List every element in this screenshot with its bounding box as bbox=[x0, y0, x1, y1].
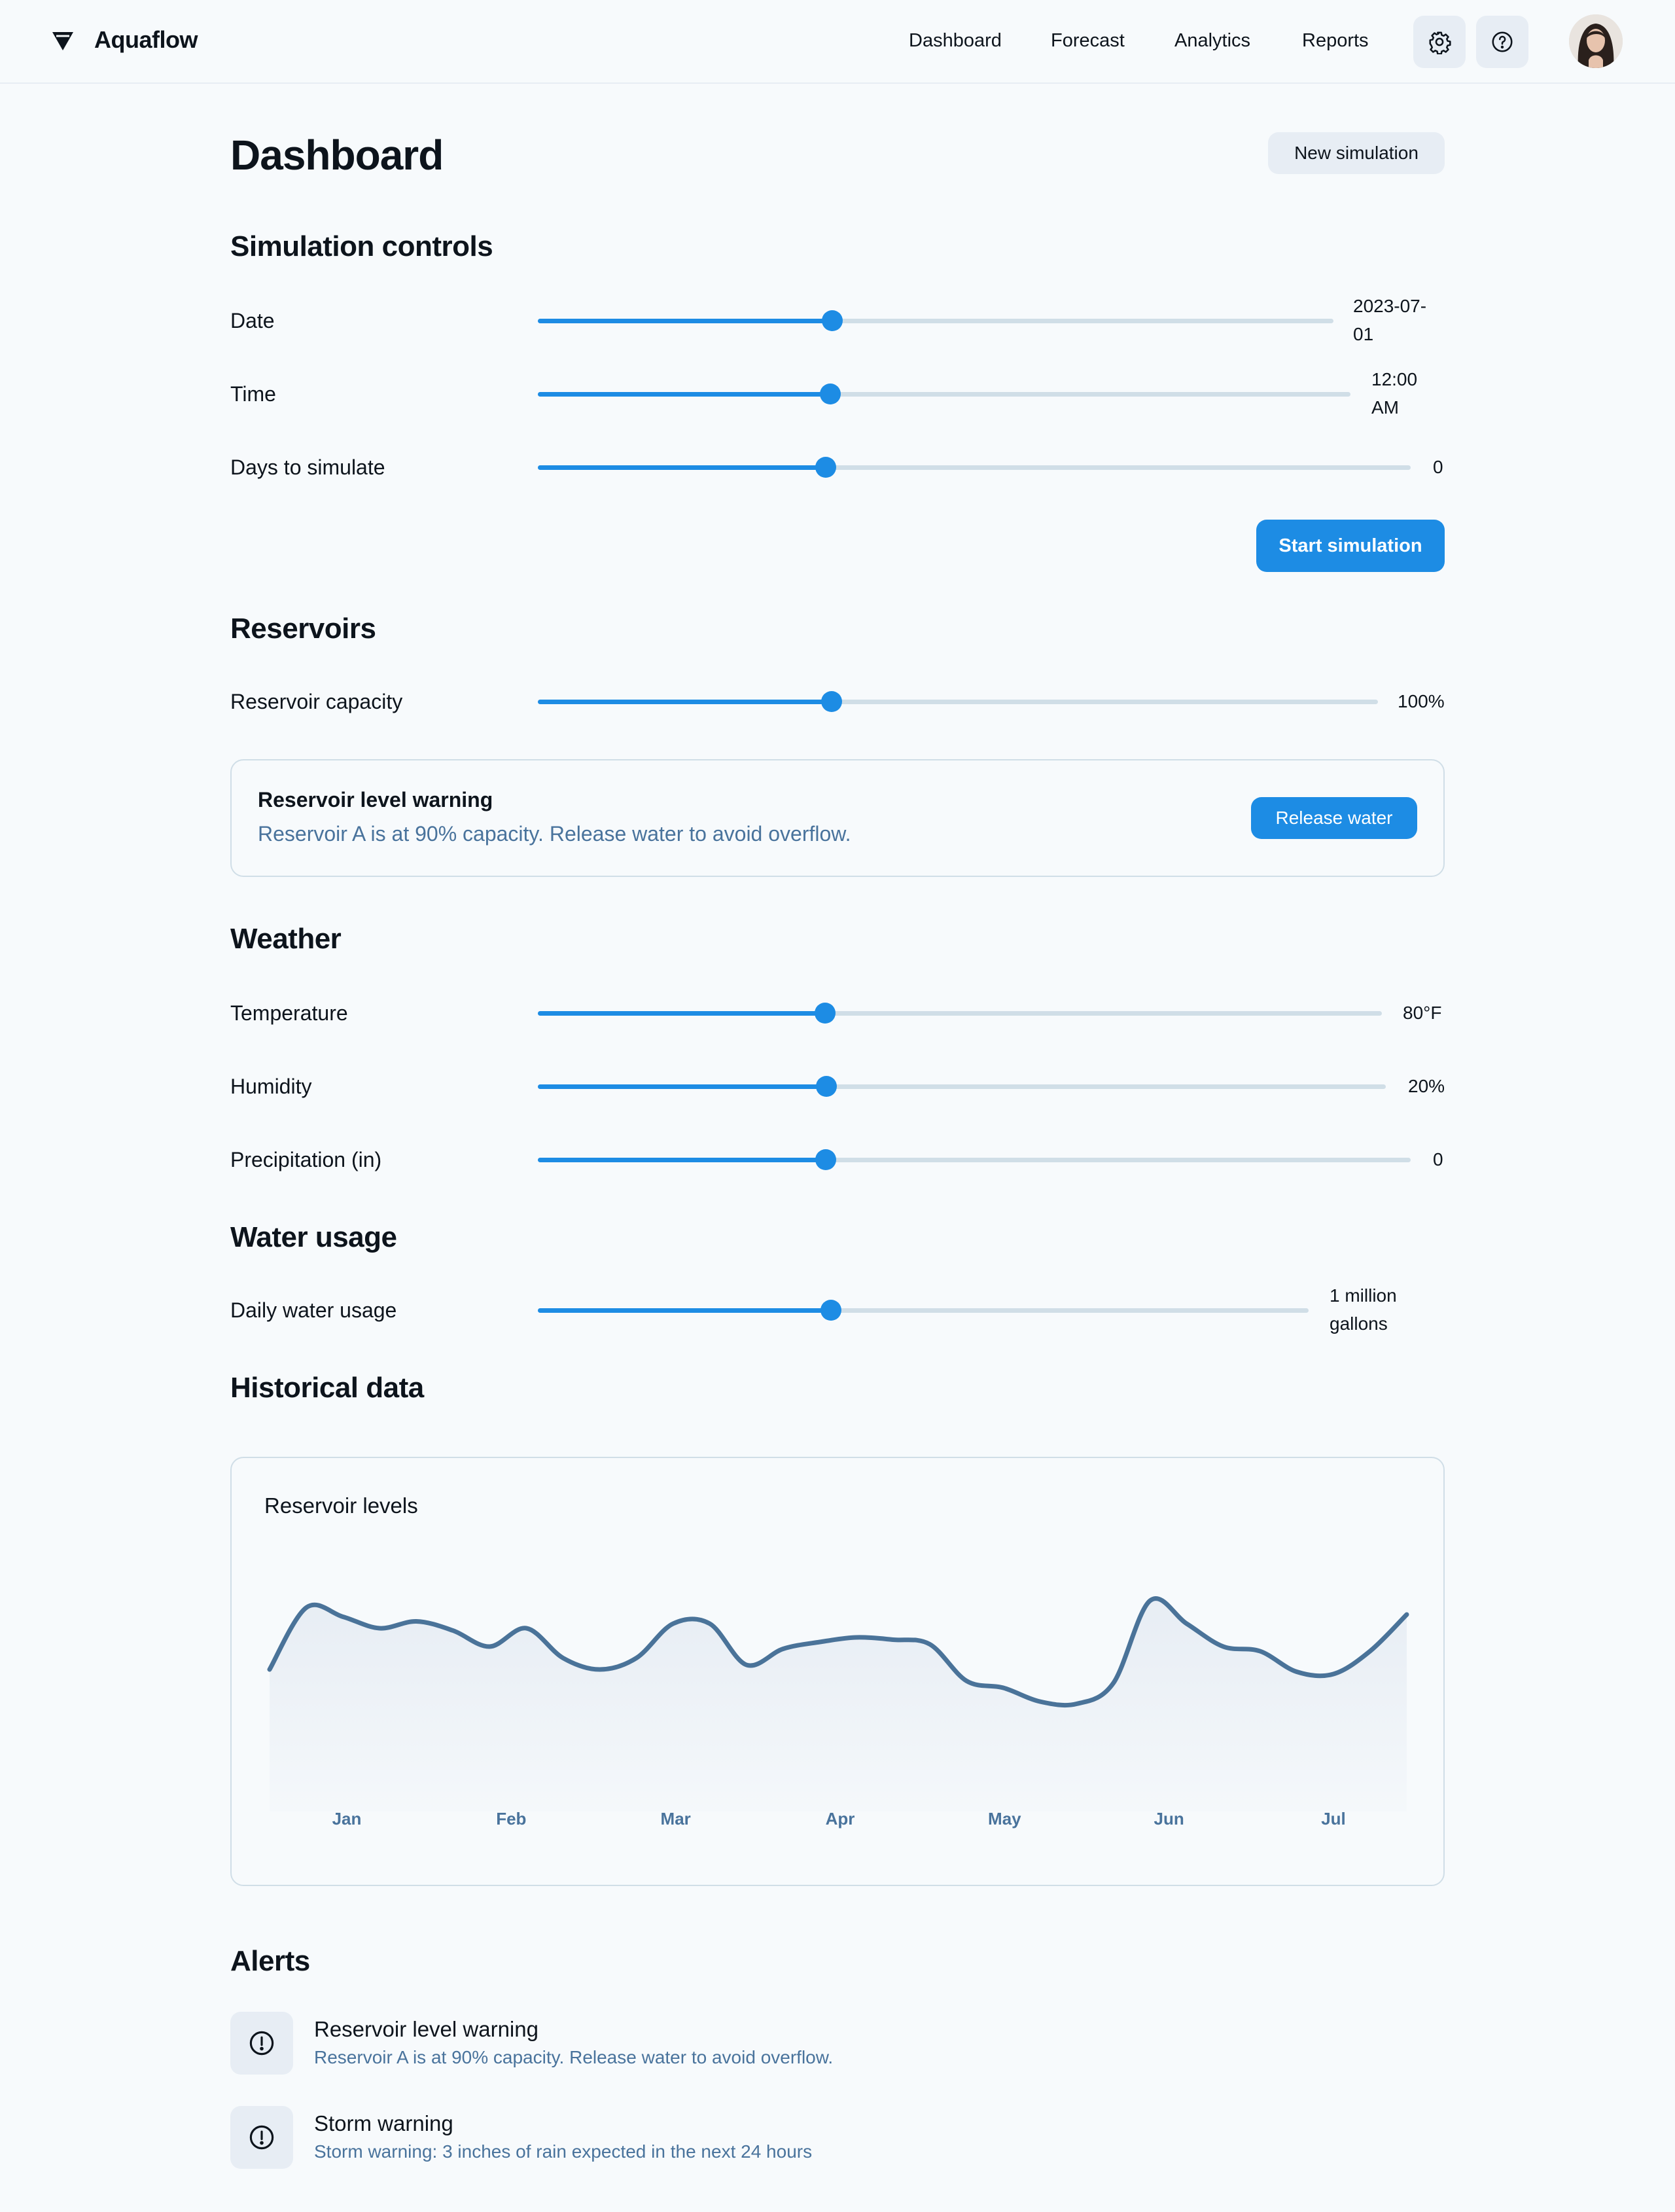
section-title-reservoirs: Reservoirs bbox=[230, 613, 376, 645]
alert-title: Reservoir level warning bbox=[314, 2017, 538, 2041]
daily-water-usage-label: Daily water usage bbox=[230, 1298, 397, 1322]
slider-fill bbox=[538, 392, 831, 397]
date-value: 2023-07- 01 bbox=[1353, 296, 1427, 344]
slider-fill bbox=[538, 319, 832, 323]
days-to-simulate-label: Days to simulate bbox=[230, 455, 385, 479]
humidity-slider[interactable] bbox=[538, 1073, 1386, 1099]
slider-thumb[interactable] bbox=[815, 1076, 837, 1097]
x-tick-label: Jan bbox=[332, 1809, 362, 1828]
section-title-water-usage: Water usage bbox=[230, 1221, 397, 1253]
date-slider[interactable] bbox=[538, 308, 1333, 334]
x-tick-label: Feb bbox=[496, 1809, 527, 1828]
slider-fill bbox=[538, 465, 826, 470]
slider-thumb[interactable] bbox=[815, 457, 837, 478]
warning-text: Reservoir A is at 90% capacity. Release … bbox=[258, 822, 851, 846]
page-title: Dashboard bbox=[230, 132, 444, 179]
alert-circle-icon bbox=[249, 2031, 274, 2056]
precipitation-slider[interactable] bbox=[538, 1147, 1411, 1173]
nav-reports[interactable]: Reports bbox=[1302, 30, 1369, 52]
precipitation-value: 0 bbox=[1433, 1149, 1443, 1169]
days-to-simulate-value: 0 bbox=[1433, 457, 1443, 477]
slider-thumb[interactable] bbox=[814, 1003, 836, 1024]
humidity-value: 20% bbox=[1408, 1076, 1445, 1096]
release-water-button[interactable]: Release water bbox=[1251, 797, 1417, 839]
alert-icon-box bbox=[230, 2012, 293, 2075]
time-label: Time bbox=[230, 382, 276, 406]
reservoir-levels-chart-card: Reservoir levels Jan Feb Mar Apr May Jun Jul bbox=[230, 1457, 1445, 1886]
brand[interactable]: Aquaflow bbox=[51, 26, 198, 54]
reservoir-capacity-value: 100% bbox=[1398, 691, 1445, 711]
slider-fill bbox=[538, 1084, 826, 1089]
alert-title: Storm warning bbox=[314, 2111, 453, 2135]
time-value: 12:00 AM bbox=[1371, 369, 1418, 418]
warning-title: Reservoir level warning bbox=[258, 788, 493, 812]
settings-button[interactable] bbox=[1413, 16, 1466, 68]
slider-thumb[interactable] bbox=[820, 384, 841, 404]
new-simulation-button[interactable]: New simulation bbox=[1268, 132, 1445, 174]
x-tick-label: Apr bbox=[825, 1809, 855, 1828]
aquaflow-logo-icon bbox=[52, 32, 73, 50]
temperature-slider[interactable] bbox=[538, 1000, 1382, 1026]
section-title-simulation: Simulation controls bbox=[230, 230, 493, 262]
reservoir-capacity-slider[interactable] bbox=[538, 688, 1378, 715]
slider-thumb[interactable] bbox=[820, 1300, 841, 1321]
start-simulation-button[interactable]: Start simulation bbox=[1256, 520, 1445, 572]
help-icon bbox=[1492, 31, 1513, 52]
slider-thumb[interactable] bbox=[815, 1149, 837, 1170]
x-tick-label: Mar bbox=[660, 1809, 691, 1828]
section-title-alerts: Alerts bbox=[230, 1945, 310, 1977]
slider-thumb[interactable] bbox=[821, 310, 843, 331]
slider-thumb[interactable] bbox=[821, 691, 843, 712]
x-tick-label: Jul bbox=[1321, 1809, 1346, 1828]
top-navigation-bar: Aquaflow Dashboard Forecast Analytics Re… bbox=[0, 0, 1675, 84]
alert-text: Storm warning: 3 inches of rain expected… bbox=[314, 2141, 813, 2162]
user-photo bbox=[1569, 14, 1623, 68]
daily-water-usage-value: 1 million gallons bbox=[1330, 1285, 1397, 1334]
app-name: Aquaflow bbox=[94, 26, 198, 53]
gear-icon bbox=[1429, 31, 1451, 54]
temperature-label: Temperature bbox=[230, 1001, 348, 1025]
date-label: Date bbox=[230, 309, 275, 332]
time-slider[interactable] bbox=[538, 381, 1350, 407]
slider-fill bbox=[538, 1308, 831, 1313]
chart-area-fill bbox=[270, 1598, 1407, 1811]
nav-analytics[interactable]: Analytics bbox=[1174, 30, 1250, 52]
reservoir-warning-card: Reservoir level warning Reservoir A is a… bbox=[230, 759, 1445, 877]
section-title-historical-data: Historical data bbox=[230, 1372, 424, 1404]
alert-icon-box bbox=[230, 2106, 293, 2169]
slider-fill bbox=[538, 1011, 825, 1016]
user-avatar[interactable] bbox=[1569, 14, 1623, 68]
x-tick-label: Jun bbox=[1154, 1809, 1184, 1828]
alert-circle-icon bbox=[249, 2125, 274, 2150]
reservoir-capacity-label: Reservoir capacity bbox=[230, 690, 403, 713]
alert-text: Reservoir A is at 90% capacity. Release … bbox=[314, 2047, 834, 2067]
x-tick-label: May bbox=[988, 1809, 1021, 1828]
days-to-simulate-slider[interactable] bbox=[538, 454, 1411, 480]
temperature-value: 80°F bbox=[1403, 1003, 1442, 1023]
help-button[interactable] bbox=[1476, 16, 1528, 68]
nav-forecast[interactable]: Forecast bbox=[1051, 30, 1125, 52]
daily-water-usage-slider[interactable] bbox=[538, 1297, 1309, 1323]
precipitation-label: Precipitation (in) bbox=[230, 1148, 382, 1171]
slider-fill bbox=[538, 700, 832, 704]
humidity-label: Humidity bbox=[230, 1075, 312, 1098]
nav-dashboard[interactable]: Dashboard bbox=[909, 30, 1002, 52]
slider-fill bbox=[538, 1158, 826, 1162]
section-title-weather: Weather bbox=[230, 923, 342, 955]
